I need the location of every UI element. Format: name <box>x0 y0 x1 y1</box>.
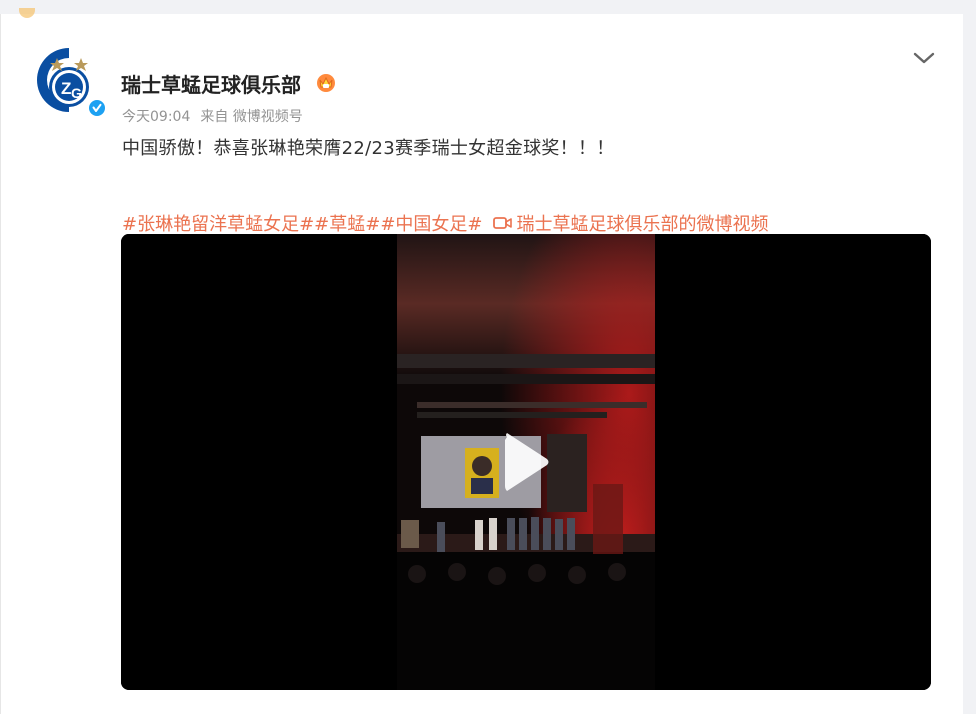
author-name[interactable]: 瑞士草蜢足球俱乐部 <box>121 69 301 98</box>
topic-link[interactable]: #草蜢# <box>314 210 380 236</box>
post-source[interactable]: 微博视频号 <box>233 109 303 125</box>
post-time[interactable]: 今天09:04 <box>122 106 190 126</box>
svg-text:Z: Z <box>61 79 71 98</box>
post-meta: 今天09:04 来自 微博视频号 <box>122 106 303 126</box>
post-text: 中国骄傲！恭喜张琳艳荣膺22/23赛季瑞士女超金球奖！！！ <box>122 138 615 159</box>
topic-links: #张琳艳留洋草蜢女足# #草蜢# #中国女足# 瑞士草蜢足球俱乐部的微博视频 <box>122 210 769 236</box>
svg-text:G: G <box>71 85 82 101</box>
top-badge-icon <box>19 8 35 18</box>
crown-icon[interactable] <box>315 71 337 93</box>
video-source-link[interactable]: 瑞士草蜢足球俱乐部的微博视频 <box>517 210 769 236</box>
source-prefix: 来自 <box>200 109 229 125</box>
topic-link[interactable]: #张琳艳留洋草蜢女足# <box>122 210 314 236</box>
play-icon[interactable] <box>499 431 553 493</box>
verified-icon <box>88 99 106 117</box>
topic-link[interactable]: #中国女足# <box>380 210 482 236</box>
video-camera-icon <box>492 217 512 229</box>
chevron-down-icon[interactable] <box>911 48 937 68</box>
